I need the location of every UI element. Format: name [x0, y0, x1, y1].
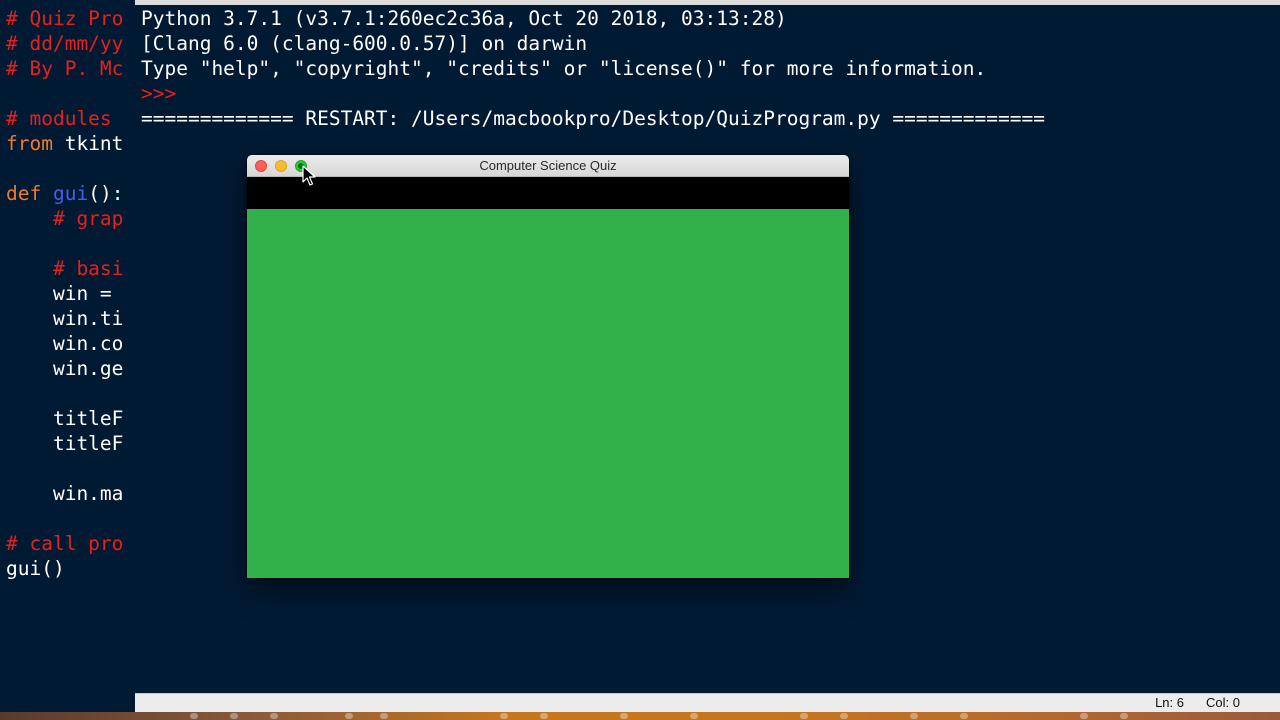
code-editor-window[interactable]: # Quiz Pro # dd/mm/yy # By P. Mc # modules … — [0, 0, 135, 712]
code-line: # By P. Mc — [6, 56, 123, 81]
quiz-title-frame — [247, 177, 849, 209]
shell-top-edge — [135, 0, 1280, 5]
code-token: # grap — [6, 207, 124, 230]
quiz-app-window[interactable]: Computer Science Quiz — [247, 155, 849, 578]
code-line: def gui(): — [6, 181, 123, 206]
code-token: # call pro — [6, 532, 124, 555]
code-token: # By P. Mc — [6, 57, 124, 80]
dock-app-icon[interactable] — [1120, 713, 1128, 719]
status-column-number: Col: 0 — [1206, 695, 1240, 710]
dock-app-icon[interactable] — [960, 713, 968, 719]
code-token: gui — [52, 182, 89, 205]
desktop-screen: # Quiz Pro # dd/mm/yy # By P. Mc # modules … — [0, 0, 1280, 720]
code-editor-text[interactable]: # Quiz Pro # dd/mm/yy # By P. Mc # modules … — [6, 6, 123, 581]
code-token: (): — [88, 182, 124, 205]
code-line: win.co — [6, 331, 123, 356]
code-line: # grap — [6, 206, 123, 231]
dock-app-icon[interactable] — [910, 713, 918, 719]
status-line-number: Ln: 6 — [1155, 695, 1184, 710]
code-token: # modules — [6, 107, 124, 130]
code-token: win.ti — [6, 307, 124, 330]
dock-app-icon[interactable] — [230, 713, 238, 719]
quiz-body-area — [247, 209, 849, 578]
shell-output[interactable]: Python 3.7.1 (v3.7.1:260ec2c36a, Oct 20 … — [141, 6, 1045, 131]
shell-output-line: Type "help", "copyright", "credits" or "… — [141, 57, 987, 80]
dock-app-icon[interactable] — [840, 713, 848, 719]
dock-app-icon[interactable] — [500, 713, 508, 719]
dock-app-icon[interactable] — [380, 713, 388, 719]
shell-status-bar: Ln: 6 Col: 0 — [135, 693, 1280, 712]
code-line: titleF — [6, 406, 123, 431]
quiz-window-title: Computer Science Quiz — [479, 158, 617, 173]
dock-app-icon[interactable] — [1080, 713, 1088, 719]
code-line: # basi — [6, 256, 123, 281]
code-line: titleF — [6, 431, 123, 456]
dock-app-icon[interactable] — [190, 713, 198, 719]
code-token: win.ma — [6, 482, 124, 505]
code-line: # Quiz Pro — [6, 6, 123, 31]
code-line: win.ma — [6, 481, 123, 506]
code-token: win.ge — [6, 357, 124, 380]
code-token: win = — [6, 282, 124, 305]
code-token: from — [6, 132, 53, 155]
code-token: # Quiz Pro — [6, 7, 124, 30]
code-token: # basi — [6, 257, 124, 280]
dock-app-icon[interactable] — [270, 713, 278, 719]
code-token: titleF — [6, 432, 124, 455]
code-line: win.ge — [6, 356, 123, 381]
code-line: win = — [6, 281, 123, 306]
shell-output-line: Python 3.7.1 (v3.7.1:260ec2c36a, Oct 20 … — [141, 7, 787, 30]
dock-app-icon[interactable] — [690, 713, 698, 719]
dock-app-icon[interactable] — [345, 713, 353, 719]
code-line: # modules — [6, 106, 123, 131]
code-token: tkint — [52, 132, 124, 155]
dock-app-icon[interactable] — [620, 713, 628, 719]
code-line: win.ti — [6, 306, 123, 331]
code-token: def — [6, 182, 42, 205]
dock-strip[interactable] — [0, 712, 1280, 720]
code-line: # dd/mm/yy — [6, 31, 123, 56]
code-token: titleF — [6, 407, 124, 430]
code-token: # dd/mm/yy — [6, 32, 124, 55]
shell-prompt: >>> — [141, 82, 188, 105]
dock-app-icon[interactable] — [540, 713, 548, 719]
quiz-window-titlebar[interactable]: Computer Science Quiz — [247, 155, 849, 177]
code-token: win.co — [6, 332, 124, 355]
dock-app-icon[interactable] — [800, 713, 808, 719]
shell-output-line: ============= RESTART: /Users/macbookpro… — [141, 107, 1045, 130]
code-line: # call pro — [6, 531, 123, 556]
code-line: gui() — [6, 556, 123, 581]
mouse-pointer-icon — [302, 165, 316, 186]
shell-output-line: [Clang 6.0 (clang-600.0.57)] on darwin — [141, 32, 588, 55]
code-line: from tkint — [6, 131, 123, 156]
code-token: gui() — [6, 557, 65, 580]
